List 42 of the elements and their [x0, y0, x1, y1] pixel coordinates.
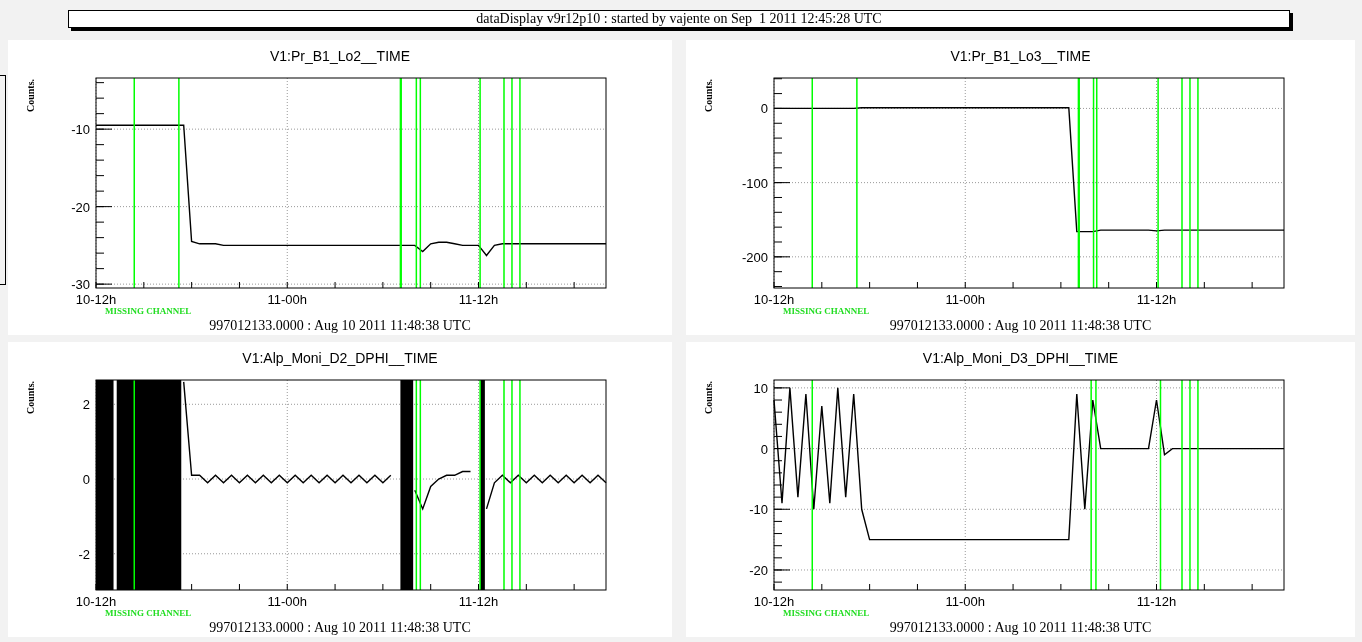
timestamp-label: 997012133.0000 : Aug 10 2011 11:48:38 UTC	[209, 318, 471, 334]
axis-tick-label: -200	[741, 249, 768, 265]
status-label: MISSING CHANNEL	[105, 608, 192, 618]
axis-tick-label: 0	[760, 101, 768, 117]
y-axis-label: Counts.	[25, 380, 36, 414]
axis-tick-label: 10	[753, 380, 768, 396]
plot-title: V1:Alp_Moni_D2_DPHI__TIME	[241, 350, 439, 368]
plot-title: V1:Pr_B1_Lo3__TIME	[949, 48, 1092, 66]
axis-tick-label: 11-12h	[458, 594, 499, 609]
y-axis-label: Counts.	[703, 380, 714, 414]
axis-tick-label: 11-00h	[945, 594, 985, 609]
window-title: dataDisplay v9r12p10 : started by vajente on Sep 1 2011 12:45:28 UTC	[68, 10, 1290, 28]
axis-tick-label: -10	[749, 502, 768, 518]
axis-tick-label: 2	[82, 397, 90, 413]
axis-tick-label: 0	[82, 472, 90, 487]
axis-tick-label: 11-00h	[267, 594, 307, 609]
timestamp-label: 997012133.0000 : Aug 10 2011 11:48:38 UTC	[889, 318, 1152, 334]
plot-title: V1:Alp_Moni_D3_DPHI__TIME	[921, 350, 1120, 368]
axis-tick-label: 11-00h	[267, 292, 307, 307]
y-axis-label: Counts.	[703, 78, 714, 112]
axis-tick-label: 10-12h	[753, 594, 795, 609]
axis-tick-label: -30	[71, 277, 90, 293]
status-label: MISSING CHANNEL	[783, 306, 870, 316]
timestamp-label: 997012133.0000 : Aug 10 2011 11:48:38 UTC	[209, 620, 471, 636]
axis-tick-label: -10	[71, 122, 90, 138]
plot-title: V1:Pr_B1_Lo2__TIME	[268, 48, 412, 66]
timestamp-label: 997012133.0000 : Aug 10 2011 11:48:38 UTC	[889, 620, 1152, 636]
axis-tick-label: 11-12h	[1136, 292, 1177, 307]
axis-tick-label: 0	[760, 441, 768, 457]
axis-tick-label: 10-12h	[753, 292, 795, 307]
axis-tick-label: -100	[741, 175, 768, 191]
axis-tick-label: 10-12h	[75, 594, 117, 609]
axis-tick-label: 11-12h	[458, 292, 499, 307]
axis-tick-label: 11-12h	[1136, 594, 1177, 609]
axis-tick-label: -20	[749, 562, 768, 578]
status-label: MISSING CHANNEL	[105, 306, 192, 316]
axis-tick-label: -20	[71, 199, 90, 215]
y-axis-label: Counts.	[25, 78, 36, 112]
axis-tick-label: 10-12h	[75, 292, 117, 307]
status-label: MISSING CHANNEL	[783, 608, 870, 618]
axis-tick-label: 11-00h	[945, 292, 985, 307]
axis-tick-label: -2	[78, 546, 90, 562]
